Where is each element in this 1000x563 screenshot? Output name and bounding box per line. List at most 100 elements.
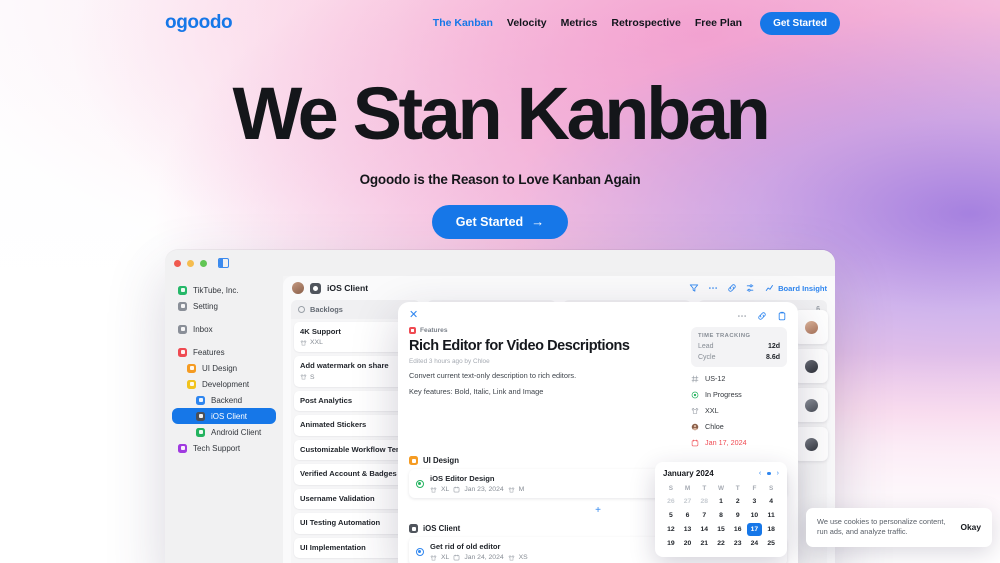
sidebar-item-label: Android Client — [211, 427, 262, 437]
nav-get-started-button[interactable]: Get Started — [760, 11, 840, 35]
calendar-day[interactable]: 14 — [696, 523, 712, 536]
sidebar-item-backend[interactable]: Backend — [172, 392, 276, 408]
subtask-status-icon[interactable] — [416, 547, 424, 556]
close-icon[interactable]: ✕ — [409, 310, 418, 321]
brand-logo[interactable]: ogoodo — [165, 12, 233, 34]
sidebar-item-development[interactable]: Development — [172, 376, 276, 392]
calendar-dow: S — [668, 485, 673, 492]
link-icon[interactable] — [757, 311, 767, 321]
calendar-day[interactable]: 2 — [730, 495, 746, 508]
task-meta-row[interactable]: US-12 — [691, 374, 787, 383]
calendar-day[interactable]: 23 — [730, 537, 746, 550]
card-title: Username Validation — [300, 493, 375, 503]
sidebar-item-ios-client[interactable]: iOS Client — [172, 408, 276, 424]
board-header: iOS Client Board Insight — [283, 276, 835, 300]
link-icon[interactable] — [727, 283, 737, 293]
task-meta-row[interactable]: XXL — [691, 406, 787, 415]
nav-link-the-kanban[interactable]: The Kanban — [433, 17, 493, 29]
sidebar-item-android-client[interactable]: Android Client — [172, 424, 276, 440]
avatar-card[interactable] — [794, 388, 828, 422]
calendar-day[interactable]: 19 — [663, 537, 679, 550]
calendar-day[interactable]: 6 — [680, 509, 696, 522]
window-close-icon[interactable] — [174, 259, 181, 267]
window-minimize-icon[interactable] — [187, 259, 194, 267]
avatar-card[interactable] — [794, 427, 828, 461]
calendar-day[interactable]: 21 — [696, 537, 712, 550]
task-meta-row[interactable]: Jan 17, 2024 — [691, 438, 787, 447]
calendar-day[interactable]: 27 — [680, 495, 696, 508]
task-meta-label: Chloe — [705, 422, 724, 431]
sidebar-item-features[interactable]: Features — [172, 344, 276, 360]
sidebar-item-tiktube-inc[interactable]: TikTube, Inc. — [172, 282, 276, 298]
calendar-day[interactable]: 25 — [763, 537, 779, 550]
sidebar-item-tech-support[interactable]: Tech Support — [172, 440, 276, 456]
nav-link-free-plan[interactable]: Free Plan — [695, 17, 742, 29]
nav-link-retrospective[interactable]: Retrospective — [611, 17, 680, 29]
nav-links: The Kanban Velocity Metrics Retrospective Fr… — [433, 11, 840, 35]
more-options-icon[interactable] — [708, 283, 718, 293]
calendar-day[interactable]: 12 — [663, 523, 679, 536]
calendar-day[interactable]: 11 — [763, 509, 779, 522]
today-dot-icon[interactable] — [767, 471, 771, 476]
nav-link-metrics[interactable]: Metrics — [561, 17, 598, 29]
calendar-icon — [453, 554, 460, 561]
sidebar-item-icon — [178, 443, 187, 453]
sidebar-item-label: Tech Support — [193, 443, 241, 453]
cycle-value: 8.6d — [765, 354, 780, 361]
task-title: Rich Editor for Video Descriptions — [409, 338, 630, 354]
sort-icon[interactable] — [746, 283, 756, 293]
calendar-day[interactable]: 3 — [747, 495, 763, 508]
calendar-day[interactable]: 7 — [696, 509, 712, 522]
add-subtask-button[interactable]: + — [595, 506, 601, 516]
card-title: Verified Account & Badges — [300, 469, 397, 479]
cookie-okay-button[interactable]: Okay — [961, 522, 982, 532]
subtask-status-icon[interactable] — [416, 479, 424, 488]
tshirt-icon — [300, 340, 307, 346]
calendar-day[interactable]: 13 — [680, 523, 696, 536]
calendar-day[interactable]: 4 — [763, 495, 779, 508]
user-avatar[interactable] — [292, 282, 304, 294]
chevron-right-icon[interactable]: › — [777, 470, 779, 477]
nav-link-velocity[interactable]: Velocity — [507, 17, 547, 29]
calendar-day[interactable]: 26 — [663, 495, 679, 508]
calendar-day[interactable]: 9 — [730, 509, 746, 522]
sidebar-item-ui-design[interactable]: UI Design — [172, 360, 276, 376]
board-insight-button[interactable]: Board Insight — [765, 283, 827, 293]
arrow-right-icon: → — [531, 214, 545, 230]
calendar-day[interactable]: 16 — [730, 523, 746, 536]
sidebar-item-icon — [178, 285, 187, 295]
calendar-day[interactable]: 28 — [696, 495, 712, 508]
app-sidebar: TikTube, Inc. Setting Inbox Features UI Desi… — [165, 276, 283, 563]
task-tag[interactable]: Features — [409, 327, 681, 334]
card-title: Post Analytics — [300, 395, 353, 405]
sidebar-item-icon — [187, 363, 196, 373]
calendar-day[interactable]: 18 — [763, 523, 779, 536]
calendar-day[interactable]: 15 — [713, 523, 729, 536]
calendar-dow: M — [684, 485, 691, 492]
calendar-day[interactable]: 24 — [747, 537, 763, 550]
toggle-sidebar-icon[interactable] — [218, 258, 229, 268]
chevron-left-icon[interactable]: ‹ — [759, 470, 761, 477]
calendar-day[interactable]: 22 — [713, 537, 729, 550]
hero-get-started-button[interactable]: Get Started → — [431, 204, 569, 239]
sidebar-item-setting[interactable]: Setting — [172, 298, 276, 314]
calendar-day[interactable]: 10 — [747, 509, 763, 522]
more-options-icon[interactable] — [737, 311, 747, 321]
avatar-card[interactable] — [794, 310, 828, 344]
task-meta-row[interactable]: In Progress — [691, 390, 787, 399]
filter-icon[interactable] — [689, 283, 699, 293]
tshirt-icon — [691, 407, 699, 415]
sidebar-item-inbox[interactable]: Inbox — [172, 321, 276, 337]
calendar-day[interactable]: 17 — [746, 523, 763, 536]
calendar-day[interactable]: 8 — [713, 509, 729, 522]
cookie-text: We use cookies to personalize content, r… — [817, 516, 946, 537]
window-maximize-icon[interactable] — [200, 259, 207, 267]
task-meta-row[interactable]: Chloe — [691, 422, 787, 431]
calendar-day[interactable]: 5 — [663, 509, 679, 522]
calendar-day[interactable]: 1 — [713, 495, 729, 508]
calendar-day[interactable]: 20 — [680, 537, 696, 550]
avatar-card[interactable] — [794, 349, 828, 383]
delete-icon[interactable] — [777, 311, 787, 321]
modal-actions — [737, 311, 787, 321]
group-icon — [409, 524, 418, 533]
